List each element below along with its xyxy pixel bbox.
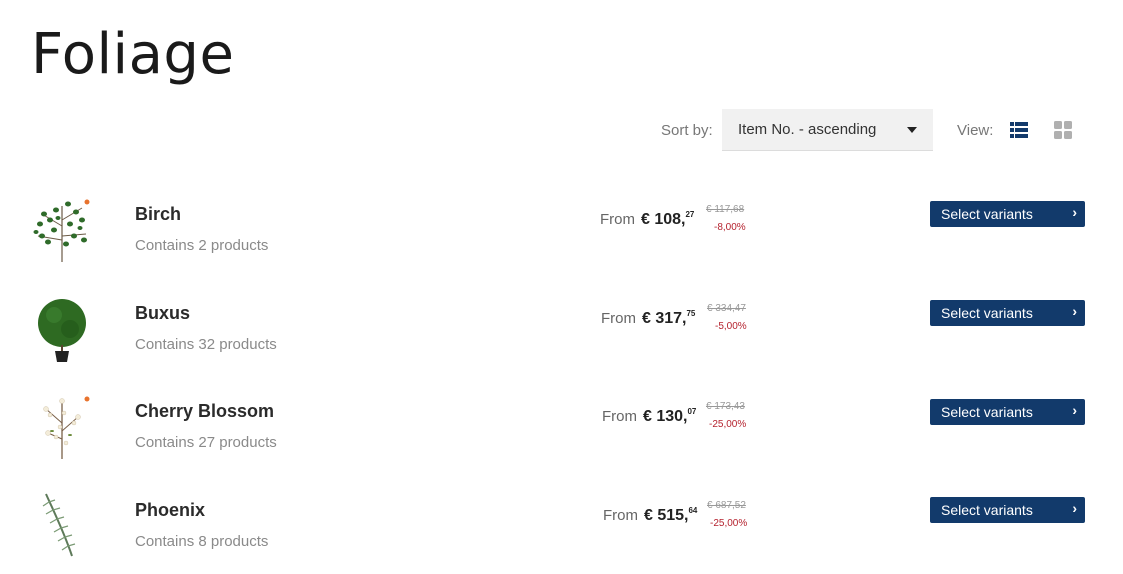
- price-cents: 07: [687, 407, 697, 416]
- product-count: Contains 2 products: [135, 237, 269, 254]
- select-variants-button[interactable]: Select variants ›: [930, 201, 1085, 227]
- chevron-right-icon: ›: [1072, 500, 1077, 516]
- discount-badge: -25,00%: [709, 419, 747, 430]
- product-row: Buxus Contains 32 products From € 317,75 …: [0, 295, 1123, 375]
- phoenix-palm-image[interactable]: [30, 492, 94, 560]
- discount-badge: -8,00%: [714, 222, 746, 233]
- product-name[interactable]: Phoenix: [135, 500, 205, 521]
- product-price: From € 108,27: [600, 210, 694, 229]
- price-from-label: From: [602, 408, 637, 425]
- select-variants-button[interactable]: Select variants ›: [930, 497, 1085, 523]
- old-price: € 687,52: [707, 500, 746, 511]
- product-count: Contains 32 products: [135, 336, 277, 353]
- button-label: Select variants: [941, 502, 1033, 518]
- birch-plant-image[interactable]: [30, 196, 94, 264]
- price-amount: € 515,: [644, 507, 689, 524]
- price-amount: € 130,: [643, 408, 688, 425]
- price-cents: 27: [685, 210, 695, 219]
- list-view-icon[interactable]: [1010, 122, 1028, 138]
- price-from-label: From: [600, 211, 635, 228]
- sort-label: Sort by:: [661, 122, 713, 139]
- product-price: From € 515,64: [603, 506, 697, 525]
- product-price: From € 130,07: [602, 407, 696, 426]
- product-row: Cherry Blossom Contains 27 products From…: [0, 393, 1123, 473]
- product-price: From € 317,75: [601, 309, 695, 328]
- product-row: Birch Contains 2 products From € 108,27 €…: [0, 196, 1123, 276]
- sort-dropdown[interactable]: Item No. - ascending: [722, 109, 933, 151]
- old-price: € 117,68: [706, 204, 745, 215]
- sort-view-toolbar: Sort by: Item No. - ascending View:: [0, 109, 1123, 151]
- price-amount: € 317,: [642, 310, 687, 327]
- discount-badge: -25,00%: [710, 518, 748, 529]
- select-variants-button[interactable]: Select variants ›: [930, 300, 1085, 326]
- price-cents: 64: [688, 506, 698, 515]
- button-label: Select variants: [941, 206, 1033, 222]
- old-price: € 173,43: [706, 401, 745, 412]
- page-title: Foliage: [31, 22, 235, 87]
- product-name[interactable]: Cherry Blossom: [135, 401, 274, 422]
- button-label: Select variants: [941, 404, 1033, 420]
- cherry-blossom-image[interactable]: [30, 393, 94, 461]
- price-from-label: From: [601, 310, 636, 327]
- sort-selected-value: Item No. - ascending: [738, 121, 877, 138]
- chevron-right-icon: ›: [1072, 402, 1077, 418]
- price-from-label: From: [603, 507, 638, 524]
- view-label: View:: [957, 122, 994, 139]
- caret-down-icon: [907, 127, 917, 133]
- product-name[interactable]: Buxus: [135, 303, 190, 324]
- button-label: Select variants: [941, 305, 1033, 321]
- product-row: Phoenix Contains 8 products From € 515,64…: [0, 492, 1123, 572]
- product-count: Contains 27 products: [135, 434, 277, 451]
- price-cents: 75: [686, 309, 696, 318]
- select-variants-button[interactable]: Select variants ›: [930, 399, 1085, 425]
- price-amount: € 108,: [641, 211, 686, 228]
- grid-view-icon[interactable]: [1054, 121, 1072, 139]
- chevron-right-icon: ›: [1072, 303, 1077, 319]
- discount-badge: -5,00%: [715, 321, 747, 332]
- product-count: Contains 8 products: [135, 533, 269, 550]
- buxus-ball-image[interactable]: [30, 295, 94, 363]
- old-price: € 334,47: [707, 303, 746, 314]
- chevron-right-icon: ›: [1072, 204, 1077, 220]
- product-name[interactable]: Birch: [135, 204, 181, 225]
